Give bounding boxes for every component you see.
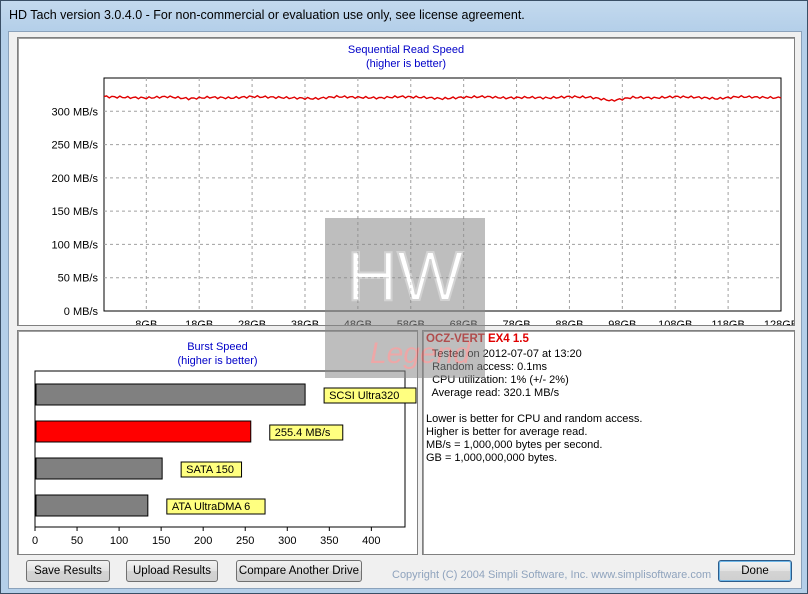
x-tick-label: 78GB [502, 319, 530, 325]
y-tick-label: 250 MB/s [52, 140, 99, 152]
x-tick-label: 118GB [711, 319, 744, 325]
save-results-button[interactable]: Save Results [26, 560, 110, 582]
x-tick-label: 88GB [555, 319, 583, 325]
client-area: Sequential Read Speed (higher is better)… [8, 31, 802, 589]
y-tick-label: 0 MB/s [64, 306, 99, 318]
burst-x-tick-label: 250 [236, 535, 254, 547]
info-line: GB = 1,000,000,000 bytes. [426, 452, 558, 464]
burst-bar-label: SCSI Ultra320 [329, 390, 399, 402]
info-line: Average read: 320.1 MB/s [426, 387, 560, 399]
burst-bar-label: 255.4 MB/s [275, 427, 331, 439]
upload-results-button[interactable]: Upload Results [126, 560, 218, 582]
x-tick-label: 108GB [658, 319, 692, 325]
x-tick-label: 38GB [291, 319, 319, 325]
burst-x-tick-label: 350 [320, 535, 338, 547]
burst-bar [35, 494, 149, 517]
y-tick-label: 100 MB/s [52, 239, 99, 251]
burst-x-tick-label: 100 [110, 535, 128, 547]
app-window: HD Tach version 3.0.4.0 - For non-commer… [0, 0, 808, 594]
y-tick-label: 300 MB/s [52, 106, 99, 118]
y-tick-label: 200 MB/s [52, 173, 99, 185]
info-line: Higher is better for average read. [426, 426, 588, 438]
burst-bar-label: SATA 150 [186, 464, 234, 476]
y-tick-label: 150 MB/s [52, 206, 99, 218]
burst-bar [35, 383, 306, 406]
x-tick-label: 18GB [185, 319, 213, 325]
info-line: Lower is better for CPU and random acces… [426, 413, 643, 425]
watermark-subtext: Legend [370, 337, 471, 370]
upload-results-label: Upload Results [133, 565, 211, 577]
burst-x-tick-label: 400 [362, 535, 380, 547]
compare-another-drive-button[interactable]: Compare Another Drive [236, 560, 362, 582]
done-button[interactable]: Done [718, 560, 792, 582]
hwlegend-watermark-logo: HW Legend [325, 218, 485, 378]
burst-bar [35, 420, 252, 443]
info-line: MB/s = 1,000,000 bytes per second. [426, 439, 603, 451]
burst-x-tick-label: 0 [32, 535, 38, 547]
burst-x-tick-label: 50 [71, 535, 83, 547]
compare-another-drive-label: Compare Another Drive [238, 565, 360, 577]
x-tick-label: 28GB [238, 319, 266, 325]
burst-x-tick-label: 300 [278, 535, 296, 547]
burst-x-tick-label: 200 [194, 535, 212, 547]
y-tick-label: 50 MB/s [58, 273, 99, 285]
burst-x-tick-label: 150 [152, 535, 170, 547]
x-tick-label: 128GB [764, 319, 794, 325]
x-tick-label: 98GB [608, 319, 636, 325]
burst-bar-label: ATA UltraDMA 6 [172, 501, 250, 513]
save-results-label: Save Results [34, 565, 102, 577]
burst-bar [35, 457, 163, 480]
title-bar[interactable]: HD Tach version 3.0.4.0 - For non-commer… [1, 1, 807, 31]
watermark-text: HW [347, 237, 464, 315]
copyright-text: Copyright (C) 2004 Simpli Software, Inc.… [392, 569, 712, 581]
done-label: Done [741, 565, 769, 577]
window-title: HD Tach version 3.0.4.0 - For non-commer… [9, 8, 525, 22]
x-tick-label: 8GB [135, 319, 157, 325]
